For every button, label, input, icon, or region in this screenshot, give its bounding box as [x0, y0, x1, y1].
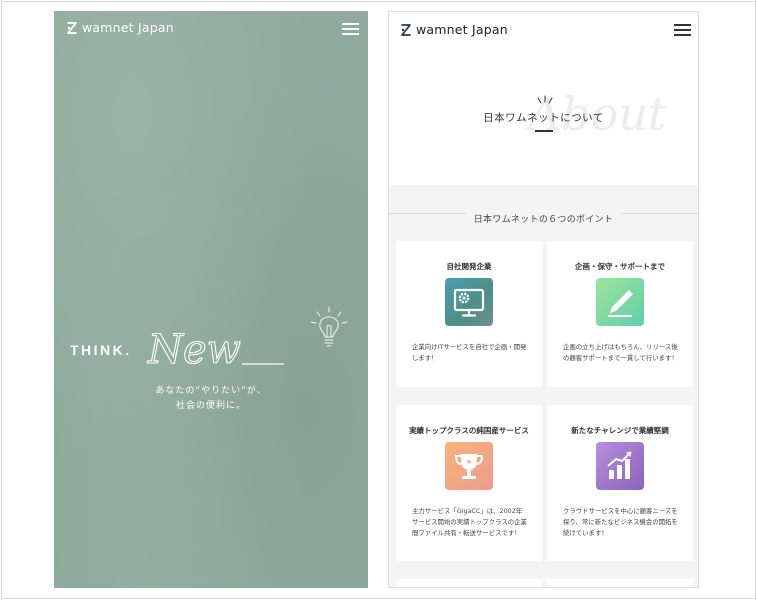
heading-underline: [535, 130, 553, 132]
svg-text:★: ★: [466, 458, 472, 466]
hero-new-script: New: [146, 326, 284, 374]
mobile-about-screen[interactable]: wamnet Japan About 日本ワムネットについて 日本ワムネットの６…: [388, 11, 699, 588]
brand-name: wamnet Japan: [82, 20, 174, 35]
point-card: 実績トップクラスの純国産サービス ★ 主力サービス「GigaCC」は、2002年…: [396, 405, 542, 561]
computer-gear-icon: [445, 278, 493, 326]
hero-tagline: あなたの“やりたい”が、 社会の便利に。: [54, 384, 368, 414]
hero-header: wamnet Japan: [54, 11, 368, 47]
point-card-title: 自社開発企業: [446, 262, 492, 271]
points-heading-wrap: 日本ワムネットの６つのポイント: [389, 207, 698, 226]
point-card-partial: [396, 579, 542, 587]
menu-hamburger-icon[interactable]: [674, 24, 691, 36]
point-card-desc: クラウドサービスを中心に顧客ニーズを探り、常に新たなビジネス機会の開拓を続けてい…: [563, 507, 678, 537]
growth-chart-icon: [596, 442, 644, 490]
point-card-desc: 企業向けITサービスを自社で企画・開発します！: [412, 343, 527, 362]
hero-think-text: THINK.: [70, 342, 132, 358]
menu-hamburger-icon[interactable]: [342, 23, 359, 35]
mobile-hero-screen: wamnet Japan THINK. New あなたの“やりたい”が、 社会の…: [54, 11, 368, 588]
brand-logo-dark[interactable]: wamnet Japan: [400, 23, 508, 37]
point-card: 新たなチャレンジで業績堅調 クラウドサービスを中心に顧客ニーズを探り、常に新たな…: [547, 405, 693, 561]
point-card-partial: [547, 579, 693, 587]
point-card-title: 企画・保守・サポートまで: [575, 262, 665, 271]
point-card-title: 実績トップクラスの純国産サービス: [409, 426, 529, 435]
brand-logo[interactable]: wamnet Japan: [66, 21, 174, 35]
wamnet-logo-icon: [67, 22, 77, 34]
points-section: 日本ワムネットの６つのポイント 自社開発企業 企業向けITサービスを自社で企画・…: [389, 185, 698, 587]
point-card: 自社開発企業 企業向けITサービスを自社で企画・開発します！: [396, 241, 542, 387]
point-card: 企画・保守・サポートまで 企画の立ち上げはもちろん、リリース後の顧客サポートまで…: [547, 241, 693, 387]
trophy-icon: ★: [445, 442, 493, 490]
points-heading: 日本ワムネットの６つのポイント: [465, 212, 622, 225]
point-card-desc: 企画の立ち上げはもちろん、リリース後の顧客サポートまで一貫して行います！: [563, 343, 678, 362]
about-heading: 日本ワムネットについて: [483, 112, 604, 124]
svg-text:New: New: [147, 327, 241, 373]
wamnet-logo-icon: [401, 24, 411, 36]
hero-tagline-line1: あなたの“やりたい”が、: [155, 386, 267, 396]
brand-name: wamnet Japan: [416, 22, 508, 37]
about-section: About 日本ワムネットについて: [389, 48, 698, 185]
sparkle-icon: [537, 95, 553, 104]
hero-tagline-line2: 社会の便利に。: [175, 401, 246, 411]
point-card-title: 新たなチャレンジで業績堅調: [571, 426, 669, 435]
point-card-desc: 主力サービス「GigaCC」は、2002年サービス開始の実績トップクラスの企業間…: [412, 507, 527, 537]
pen-icon: [596, 278, 644, 326]
lightbulb-icon: [310, 306, 348, 347]
site-header: wamnet Japan: [389, 12, 698, 48]
